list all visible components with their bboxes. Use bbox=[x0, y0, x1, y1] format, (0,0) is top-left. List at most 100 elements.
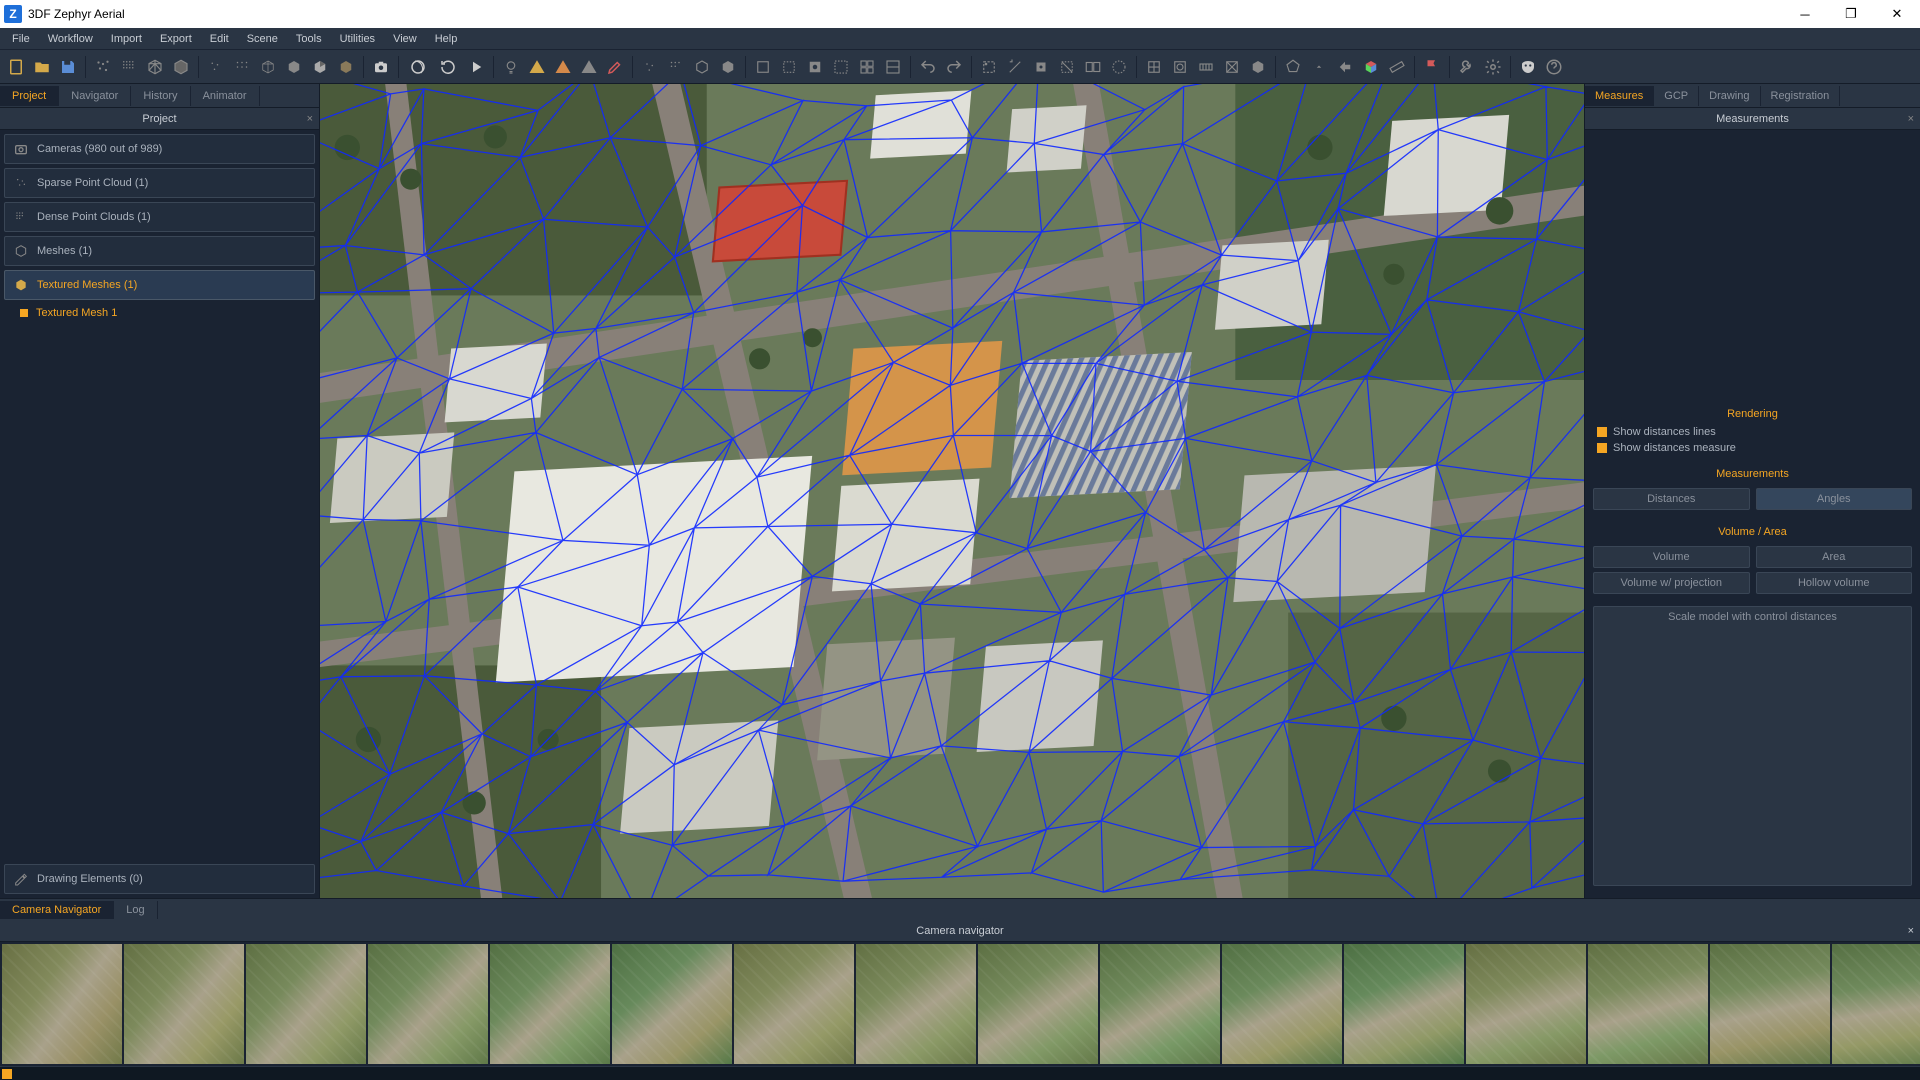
help-icon[interactable] bbox=[1542, 55, 1566, 79]
orbit-icon[interactable] bbox=[404, 55, 432, 79]
sel1-icon[interactable] bbox=[751, 55, 775, 79]
angles-button[interactable]: Angles bbox=[1756, 488, 1913, 510]
gear-icon[interactable] bbox=[1481, 55, 1505, 79]
tab-drawing[interactable]: Drawing bbox=[1699, 86, 1760, 106]
arrow-icon[interactable] bbox=[1333, 55, 1357, 79]
camera-thumbnail[interactable] bbox=[1710, 944, 1830, 1064]
ruler-icon[interactable] bbox=[1385, 55, 1409, 79]
camera-thumbnail[interactable] bbox=[1344, 944, 1464, 1064]
new-icon[interactable] bbox=[4, 55, 28, 79]
menu-export[interactable]: Export bbox=[152, 31, 200, 47]
menu-tools[interactable]: Tools bbox=[288, 31, 330, 47]
color-cube-icon[interactable] bbox=[1359, 55, 1383, 79]
camera-thumbnail[interactable] bbox=[124, 944, 244, 1064]
chk-show-distances-measure[interactable]: Show distances measure bbox=[1593, 440, 1912, 456]
area-button[interactable]: Area bbox=[1756, 546, 1913, 568]
measurements-close-icon[interactable]: × bbox=[1908, 113, 1914, 125]
dense-icon[interactable] bbox=[117, 55, 141, 79]
dots1-icon[interactable] bbox=[204, 55, 228, 79]
tree-sparse[interactable]: Sparse Point Cloud (1) bbox=[4, 168, 315, 198]
camera-nav-scrollbar[interactable] bbox=[0, 1066, 1920, 1080]
tex-mesh-icon[interactable] bbox=[169, 55, 193, 79]
camera-thumbnail[interactable] bbox=[1588, 944, 1708, 1064]
tab-measures[interactable]: Measures bbox=[1585, 86, 1654, 106]
dots2-icon[interactable] bbox=[230, 55, 254, 79]
undo-icon[interactable] bbox=[916, 55, 940, 79]
camera-thumbnail[interactable] bbox=[978, 944, 1098, 1064]
menu-file[interactable]: File bbox=[4, 31, 38, 47]
camera-thumbnail[interactable] bbox=[856, 944, 976, 1064]
tab-registration[interactable]: Registration bbox=[1761, 86, 1841, 106]
tree-drawing-elements[interactable]: Drawing Elements (0) bbox=[4, 864, 315, 894]
save-icon[interactable] bbox=[56, 55, 80, 79]
menu-utilities[interactable]: Utilities bbox=[332, 31, 383, 47]
poly-icon[interactable] bbox=[1281, 55, 1305, 79]
cube1-icon[interactable] bbox=[690, 55, 714, 79]
warn2-icon[interactable] bbox=[551, 55, 575, 79]
wire-icon[interactable] bbox=[256, 55, 280, 79]
maximize-button[interactable]: ❐ bbox=[1828, 0, 1874, 28]
u2-icon[interactable] bbox=[1168, 55, 1192, 79]
camera-nav-close-icon[interactable]: × bbox=[1908, 925, 1914, 937]
pts2-icon[interactable] bbox=[664, 55, 688, 79]
sel3-icon[interactable] bbox=[803, 55, 827, 79]
wrench-icon[interactable] bbox=[1455, 55, 1479, 79]
hollow-volume-button[interactable]: Hollow volume bbox=[1756, 572, 1913, 594]
sel6-icon[interactable] bbox=[881, 55, 905, 79]
play-icon[interactable] bbox=[464, 55, 488, 79]
mask-icon[interactable] bbox=[1516, 55, 1540, 79]
project-panel-close-icon[interactable]: × bbox=[307, 113, 313, 125]
u1-icon[interactable] bbox=[1142, 55, 1166, 79]
rotate-icon[interactable] bbox=[434, 55, 462, 79]
flag-icon[interactable] bbox=[1420, 55, 1444, 79]
u5-icon[interactable] bbox=[1246, 55, 1270, 79]
camera-icon[interactable] bbox=[369, 55, 393, 79]
camera-thumbnail[interactable] bbox=[246, 944, 366, 1064]
tab-animator[interactable]: Animator bbox=[191, 86, 260, 106]
tab-camera-navigator[interactable]: Camera Navigator bbox=[0, 901, 114, 919]
camera-thumbnail[interactable] bbox=[1466, 944, 1586, 1064]
warn3-icon[interactable] bbox=[577, 55, 601, 79]
scale-model-button[interactable]: Scale model with control distances bbox=[1593, 606, 1912, 886]
mesh-icon[interactable] bbox=[143, 55, 167, 79]
sel5-icon[interactable] bbox=[855, 55, 879, 79]
pin-icon[interactable] bbox=[1307, 55, 1331, 79]
tab-history[interactable]: History bbox=[131, 86, 190, 106]
menu-help[interactable]: Help bbox=[427, 31, 466, 47]
scrollbar-thumb[interactable] bbox=[2, 1069, 12, 1079]
tree-meshes[interactable]: Meshes (1) bbox=[4, 236, 315, 266]
u4-icon[interactable] bbox=[1220, 55, 1244, 79]
t3-icon[interactable] bbox=[1029, 55, 1053, 79]
t5-icon[interactable] bbox=[1081, 55, 1105, 79]
close-button[interactable]: ✕ bbox=[1874, 0, 1920, 28]
menu-edit[interactable]: Edit bbox=[202, 31, 237, 47]
menu-workflow[interactable]: Workflow bbox=[40, 31, 101, 47]
tab-project[interactable]: Project bbox=[0, 86, 59, 106]
tab-log[interactable]: Log bbox=[114, 901, 157, 919]
distances-button[interactable]: Distances bbox=[1593, 488, 1750, 510]
open-icon[interactable] bbox=[30, 55, 54, 79]
sel4-icon[interactable] bbox=[829, 55, 853, 79]
light-icon[interactable] bbox=[499, 55, 523, 79]
tab-gcp[interactable]: GCP bbox=[1654, 86, 1699, 106]
pen-icon[interactable] bbox=[603, 55, 627, 79]
sparse-icon[interactable] bbox=[91, 55, 115, 79]
camera-thumbnail[interactable] bbox=[734, 944, 854, 1064]
sel2-icon[interactable] bbox=[777, 55, 801, 79]
camera-thumbnail[interactable] bbox=[2, 944, 122, 1064]
textured-icon[interactable] bbox=[334, 55, 358, 79]
camera-thumbnail[interactable] bbox=[490, 944, 610, 1064]
camera-thumbnail[interactable] bbox=[368, 944, 488, 1064]
pts1-icon[interactable] bbox=[638, 55, 662, 79]
viewport-3d[interactable] bbox=[320, 84, 1584, 898]
camera-thumbnail[interactable] bbox=[1222, 944, 1342, 1064]
t2-icon[interactable] bbox=[1003, 55, 1027, 79]
t4-icon[interactable] bbox=[1055, 55, 1079, 79]
camera-thumbnail-strip[interactable] bbox=[0, 942, 1920, 1066]
u3-icon[interactable] bbox=[1194, 55, 1218, 79]
volume-projection-button[interactable]: Volume w/ projection bbox=[1593, 572, 1750, 594]
tree-cameras[interactable]: Cameras (980 out of 989) bbox=[4, 134, 315, 164]
cube2-icon[interactable] bbox=[716, 55, 740, 79]
volume-button[interactable]: Volume bbox=[1593, 546, 1750, 568]
solid-icon[interactable] bbox=[282, 55, 306, 79]
